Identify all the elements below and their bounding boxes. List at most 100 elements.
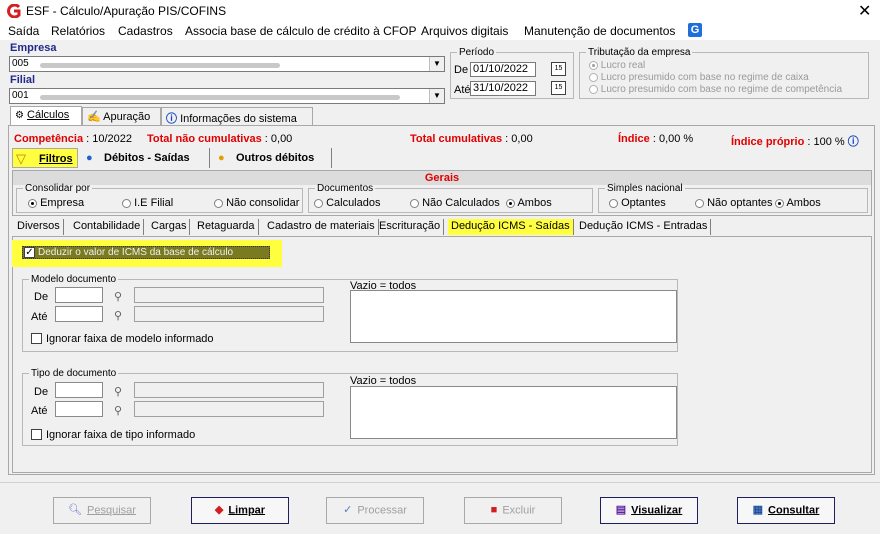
tipo-ate-label: Até	[31, 405, 48, 417]
tipo-de-desc	[134, 382, 324, 398]
filial-name-redacted	[40, 95, 400, 100]
apuracao-icon: ✍	[87, 111, 101, 123]
tipo-de-input[interactable]	[55, 382, 103, 398]
menu-saida[interactable]: Saída	[8, 24, 39, 38]
calendar-icon[interactable]: 15	[551, 62, 566, 76]
chevron-down-icon[interactable]: ▼	[429, 89, 444, 103]
simples-ambos[interactable]: Ambos	[775, 197, 821, 209]
modelo-legend: Modelo documento	[31, 274, 117, 285]
binoculars-icon[interactable]: ⚲	[114, 404, 122, 417]
tab-filtros[interactable]: ▽ Filtros	[12, 148, 78, 168]
periodo-de-field[interactable]: 01/10/2022	[470, 62, 536, 77]
modelo-ate-label: Até	[31, 311, 48, 323]
consolidar-ie-filial[interactable]: I.E Filial	[122, 197, 173, 209]
tab-deducao-icms-saidas[interactable]: Dedução ICMS - Saídas	[448, 219, 574, 235]
calendar-icon[interactable]: 15	[551, 81, 566, 95]
tipo-lista[interactable]	[350, 386, 677, 439]
consolidar-empresa[interactable]: Empresa	[28, 197, 84, 209]
tab-debitos-saidas[interactable]: ● Débitos - Saídas	[80, 148, 210, 168]
tc-label: Total cumulativas	[410, 133, 503, 145]
tributacao-option-lucro-real: Lucro real	[589, 60, 645, 71]
radio-icon	[314, 198, 323, 208]
tab-retaguarda[interactable]: Retaguarda	[194, 219, 259, 235]
menu-associa-base[interactable]: Associa base de cálculo de crédito à CFO…	[185, 24, 416, 38]
tab-cadastro-materiais[interactable]: Cadastro de materiais	[264, 219, 379, 235]
yellow-dot-icon: ●	[218, 152, 225, 164]
tab-contabilidade[interactable]: Contabilidade	[70, 219, 145, 235]
tab-calculos-label: Cálculos	[27, 109, 70, 121]
binoculars-icon[interactable]: ⚲	[114, 290, 122, 303]
tipo-de-label: De	[34, 386, 49, 398]
processar-button[interactable]: ✓ Processar	[326, 497, 424, 524]
empresa-combo[interactable]: 005 ▼	[9, 56, 445, 72]
radio-icon	[589, 84, 598, 94]
visualizar-button[interactable]: ▤ Visualizar	[600, 497, 698, 524]
pesquisar-label: Pesquisar	[87, 504, 136, 517]
tab-informacoes-sistema[interactable]: ⓘ Informações do sistema	[161, 107, 313, 125]
app-g-icon[interactable]: G	[688, 23, 702, 37]
menu-cadastros[interactable]: Cadastros	[118, 24, 173, 38]
documentos-nao-calculados[interactable]: Não Calculados	[410, 197, 500, 209]
tributacao-option-label: Lucro real	[600, 60, 646, 71]
documentos-calculados[interactable]: Calculados	[314, 197, 380, 209]
tab-filtros-label: Filtros	[39, 153, 73, 165]
competencia-value: : 10/2022	[86, 133, 133, 145]
filial-combo[interactable]: 001 ▼	[9, 88, 445, 104]
tab-apuracao[interactable]: ✍ Apuração	[82, 107, 161, 125]
tab-diversos[interactable]: Diversos	[14, 219, 64, 235]
ignorar-tipo-label[interactable]: Ignorar faixa de tipo informado	[46, 429, 195, 441]
table-icon: ▦	[752, 504, 764, 516]
info-icon[interactable]: ⓘ	[848, 136, 859, 148]
modelo-ate-input[interactable]	[55, 306, 103, 322]
binoculars-icon[interactable]: ⚲	[114, 309, 122, 322]
simples-legend: Simples nacional	[607, 183, 683, 194]
menu-bar: Saída Relatórios Cadastros Associa base …	[0, 22, 880, 40]
simples-optantes[interactable]: Optantes	[609, 197, 666, 209]
ignorar-tipo-checkbox[interactable]	[31, 429, 42, 440]
info-icon: ⓘ	[166, 113, 177, 125]
periodo-de-label: De	[454, 64, 469, 76]
radio-icon	[609, 198, 618, 208]
modelo-de-input[interactable]	[55, 287, 103, 303]
tributacao-option-presumido-caixa: Lucro presumido com base no regime de ca…	[589, 72, 809, 83]
radio-icon	[214, 198, 223, 208]
radio-icon	[28, 198, 37, 208]
printer-icon: ▤	[615, 504, 627, 516]
close-icon[interactable]: ✕	[858, 1, 871, 21]
tipo-ate-input[interactable]	[55, 401, 103, 417]
tab-escrituracao[interactable]: Escrituração	[376, 219, 445, 235]
consolidar-nao[interactable]: Não consolidar	[214, 197, 299, 209]
consultar-button[interactable]: ▦ Consultar	[737, 497, 835, 524]
tab-calculos[interactable]: ⚙ Cálculos	[10, 106, 82, 125]
simples-nao-optantes[interactable]: Não optantes	[695, 197, 773, 209]
radio-icon	[589, 72, 598, 82]
deduzir-label[interactable]: Deduzir o valor de ICMS da base de cálcu…	[38, 247, 233, 258]
tab-outros-debitos[interactable]: ● Outros débitos	[212, 148, 332, 168]
periodo-ate-field[interactable]: 31/10/2022	[470, 81, 536, 96]
radio-icon	[589, 60, 598, 70]
documentos-calculados-label: Calculados	[326, 197, 381, 209]
deduzir-checkbox[interactable]: ✓	[24, 247, 35, 258]
menu-manutencao-documentos[interactable]: Manutenção de documentos	[524, 24, 675, 38]
ignorar-modelo-label[interactable]: Ignorar faixa de modelo informado	[46, 333, 214, 345]
check-icon: ✓	[343, 504, 353, 516]
modelo-lista[interactable]	[350, 290, 677, 343]
ignorar-modelo-checkbox[interactable]	[31, 333, 42, 344]
consolidar-ie-label: I.E Filial	[134, 197, 174, 209]
indice-label: Índice	[618, 133, 650, 145]
indice: Índice : 0,00 %	[618, 133, 693, 145]
consultar-label: Consultar	[768, 504, 820, 517]
binoculars-icon[interactable]: ⚲	[114, 385, 122, 398]
documentos-legend: Documentos	[317, 183, 374, 194]
pesquisar-button[interactable]: 🔍︎ Pesquisar	[53, 497, 151, 524]
menu-relatorios[interactable]: Relatórios	[51, 24, 105, 38]
limpar-button[interactable]: ◆ Limpar	[191, 497, 289, 524]
competencia: Competência : 10/2022	[14, 133, 132, 145]
chevron-down-icon[interactable]: ▼	[429, 57, 444, 71]
tab-cargas[interactable]: Cargas	[148, 219, 191, 235]
tab-informacoes-label: Informações do sistema	[180, 113, 297, 125]
excluir-button[interactable]: ■ Excluir	[464, 497, 562, 524]
tab-deducao-icms-entradas[interactable]: Dedução ICMS - Entradas	[576, 219, 712, 235]
documentos-ambos[interactable]: Ambos	[506, 197, 552, 209]
menu-arquivos-digitais[interactable]: Arquivos digitais	[421, 24, 508, 38]
